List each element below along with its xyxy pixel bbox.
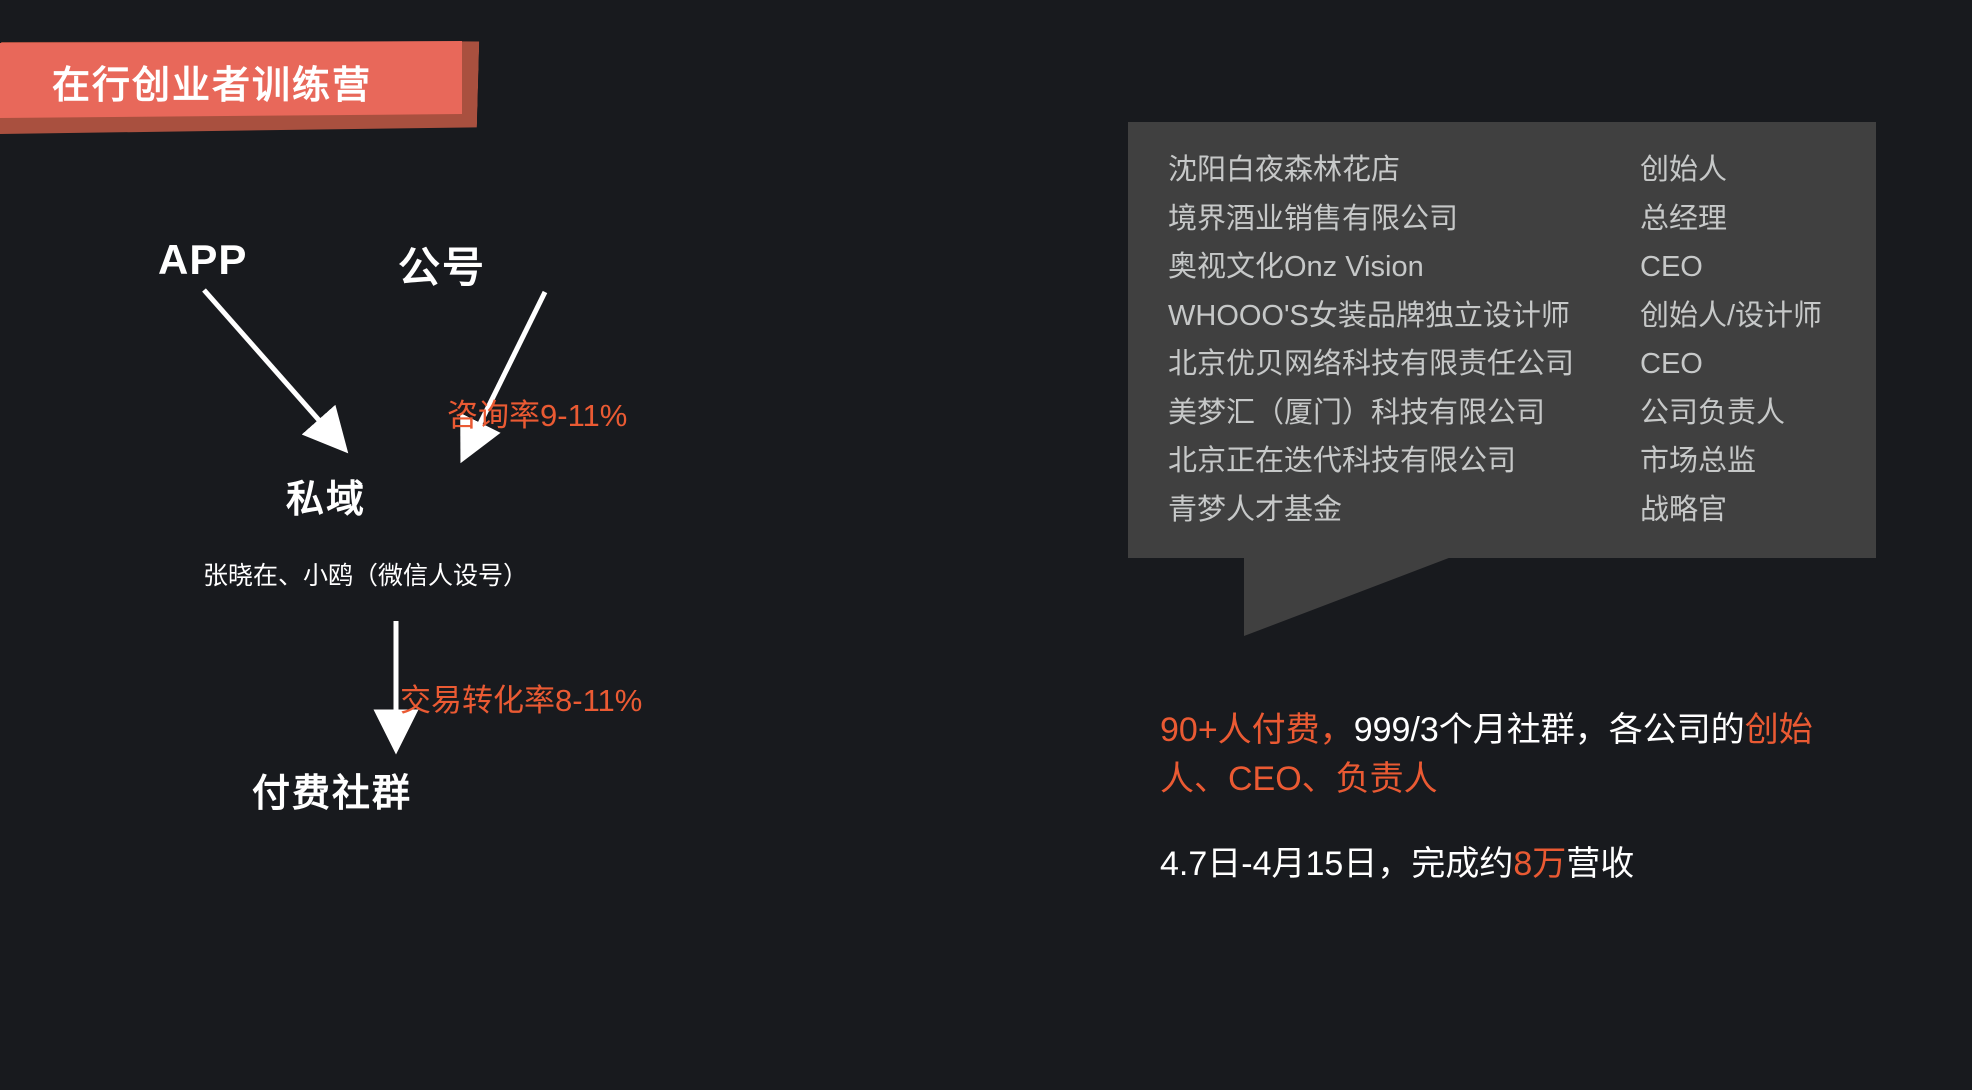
company-row: 境界酒业销售有限公司 总经理 [1168, 195, 1868, 244]
bubble-tail-shape [1244, 556, 1454, 636]
company-name: 沈阳白夜森林花店 [1168, 154, 1401, 186]
company-row: 青梦人才基金 战略官 [1168, 486, 1868, 535]
node-official-account: 公号 [398, 244, 487, 291]
company-role: 创始人/设计师 [1640, 299, 1823, 332]
company-role: 战略官 [1640, 493, 1728, 526]
company-row: 北京优贝网络科技有限责任公司 CEO [1168, 340, 1868, 389]
company-name: 青梦人才基金 [1168, 493, 1343, 526]
summary-date-range: 4.7日-4月15日，完成约 [1160, 845, 1514, 883]
company-name: 北京优贝网络科技有限责任公司 [1168, 348, 1575, 380]
summary-line-1: 90+人付费，999/3个月社群，各公司的创始人、CEO、负责人 [1160, 706, 1840, 804]
node-app: APP [158, 236, 248, 283]
company-role: 总经理 [1640, 202, 1728, 235]
company-role: 市场总监 [1640, 445, 1757, 477]
label-consult-rate: 咨询率9-11% [447, 398, 628, 433]
node-private-domain: 私域 [286, 479, 367, 521]
company-role: 公司负责人 [1640, 396, 1786, 429]
company-name: 美梦汇（厦门）科技有限公司 [1168, 396, 1546, 429]
company-role: CEO [1640, 251, 1703, 283]
node-paid-community: 付费社群 [252, 773, 413, 815]
company-row: 奥视文化Onz Vision CEO [1168, 243, 1868, 292]
company-role-list: 沈阳白夜森林花店 创始人境界酒业销售有限公司 总经理奥视文化Onz Vision CE… [1168, 146, 1868, 534]
company-role: 创始人 [1640, 154, 1728, 186]
funnel-diagram: APP 公号 私域 张晓在、小鸥（微信人设号） 付费社群 咨询率9-11% 交易… [0, 0, 900, 1090]
summary-revenue-suffix: 营收 [1566, 845, 1635, 883]
summary-community-price: 999/3个月社群，各公司的 [1353, 711, 1745, 749]
summary-revenue-amount: 8万 [1513, 845, 1567, 883]
company-name: WHOOO'S女装品牌独立设计师 [1168, 299, 1570, 332]
company-name: 境界酒业销售有限公司 [1168, 202, 1459, 235]
company-role: CEO [1640, 348, 1703, 380]
company-name: 奥视文化Onz Vision [1168, 251, 1424, 283]
company-name: 北京正在迭代科技有限公司 [1168, 445, 1517, 477]
funnel-arrows [202, 288, 548, 755]
slide-canvas: 在行创业者训练营 APP 公号 私域 张晓在、小鸥（微信人设号） 付费社群 咨询… [0, 0, 1972, 1090]
company-row: 美梦汇（厦门）科技有限公司 公司负责人 [1168, 389, 1868, 438]
company-row: 沈阳白夜森林花店 创始人 [1168, 146, 1868, 195]
node-private-domain-subtitle: 张晓在、小鸥（微信人设号） [203, 562, 529, 590]
arrow-app-to-private [202, 288, 349, 454]
label-trade-conversion-rate: 交易转化率8-11% [400, 683, 643, 718]
company-row: WHOOO'S女装品牌独立设计师 创始人/设计师 [1168, 292, 1868, 341]
company-row: 北京正在迭代科技有限公司 市场总监 [1168, 437, 1868, 486]
summary-block: 90+人付费，999/3个月社群，各公司的创始人、CEO、负责人 4.7日-4月… [1160, 706, 1840, 889]
summary-line-2: 4.7日-4月15日，完成约8万营收 [1160, 840, 1840, 889]
summary-paid-count: 90+人付费， [1160, 711, 1354, 749]
